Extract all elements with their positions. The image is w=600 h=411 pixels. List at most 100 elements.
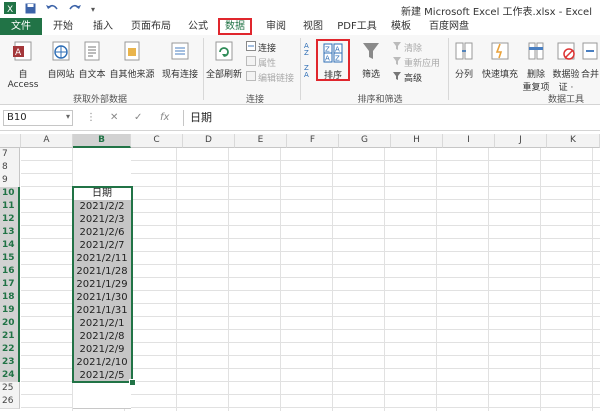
tab-insert[interactable]: 插入 xyxy=(84,18,122,35)
tab-templates[interactable]: 模板 xyxy=(384,18,418,35)
tab-pdf-tools[interactable]: PDF工具 xyxy=(334,18,380,35)
row-header[interactable]: 11 xyxy=(0,200,20,214)
ribbon: A 自 Access 自网站 自文本 自其他来源 现有连接 获取外部数据 全部刷… xyxy=(0,35,600,105)
from-web-button[interactable]: 自网站 xyxy=(46,40,76,80)
cell-b21[interactable]: 2021/2/8 xyxy=(73,330,131,344)
cell-b22[interactable]: 2021/2/9 xyxy=(73,343,131,357)
tab-data[interactable]: 数据 xyxy=(218,18,252,35)
cell-b7[interactable] xyxy=(73,148,131,162)
tab-formulas[interactable]: 公式 xyxy=(180,18,216,35)
redo-icon[interactable] xyxy=(68,3,82,17)
cell-b19[interactable]: 2021/1/31 xyxy=(73,304,131,318)
cell-b26[interactable] xyxy=(73,395,131,409)
row-header[interactable]: 15 xyxy=(0,252,20,266)
sort-button[interactable]: ZAAZ 排序 xyxy=(316,39,350,81)
advanced-filter-button[interactable]: 高级 xyxy=(392,71,422,84)
cell-b23[interactable]: 2021/2/10 xyxy=(73,356,131,370)
from-text-button[interactable]: 自文本 xyxy=(77,40,107,80)
cell-b14[interactable]: 2021/2/7 xyxy=(73,239,131,253)
connections-button[interactable]: 连接 xyxy=(246,41,276,54)
more-icon[interactable]: ⋮ xyxy=(86,112,96,123)
row-header[interactable]: 21 xyxy=(0,330,20,344)
cell-b20[interactable]: 2021/2/1 xyxy=(73,317,131,331)
column-header[interactable]: D xyxy=(183,134,235,148)
cell-b24[interactable]: 2021/2/5 xyxy=(73,369,131,383)
row-header[interactable]: 19 xyxy=(0,304,20,318)
row-header[interactable]: 23 xyxy=(0,356,20,370)
cell-b15[interactable]: 2021/2/11 xyxy=(73,252,131,266)
name-box-dropdown-icon[interactable]: ▾ xyxy=(66,112,70,121)
properties-button[interactable]: 属性 xyxy=(246,56,276,69)
existing-connections-button[interactable]: 现有连接 xyxy=(160,40,200,80)
column-header[interactable]: I xyxy=(443,134,495,148)
column-header[interactable]: A xyxy=(21,134,73,148)
row-header[interactable]: 16 xyxy=(0,265,20,279)
filter-button[interactable]: 筛选 xyxy=(356,40,386,80)
row-header[interactable]: 9 xyxy=(0,174,20,188)
insert-function-icon[interactable]: fx xyxy=(160,112,169,123)
consolidate-button[interactable]: 合并 xyxy=(580,40,600,80)
text-to-columns-button[interactable]: 分列 xyxy=(452,40,476,80)
cell-b25[interactable] xyxy=(73,382,131,396)
row-header[interactable]: 22 xyxy=(0,343,20,357)
column-header[interactable]: J xyxy=(495,134,547,148)
customize-qat-icon[interactable]: ▾ xyxy=(91,5,95,14)
column-header[interactable]: C xyxy=(131,134,183,148)
tab-page-layout[interactable]: 页面布局 xyxy=(124,18,178,35)
cell-b18[interactable]: 2021/1/30 xyxy=(73,291,131,305)
row-header[interactable]: 17 xyxy=(0,278,20,292)
tab-file[interactable]: 文件 xyxy=(0,18,42,35)
select-all-corner[interactable] xyxy=(0,134,21,148)
row-header[interactable]: 7 xyxy=(0,148,20,162)
row-header[interactable]: 24 xyxy=(0,369,20,383)
cell-b10[interactable]: 日期 xyxy=(73,187,131,201)
cell-b9[interactable] xyxy=(73,174,131,188)
sort-az-button[interactable]: AZ xyxy=(304,43,316,59)
column-header[interactable]: G xyxy=(339,134,391,148)
column-header[interactable]: K xyxy=(547,134,600,148)
reapply-button[interactable]: 重新应用 xyxy=(392,56,440,69)
cell-b12[interactable]: 2021/2/3 xyxy=(73,213,131,227)
refresh-all-button[interactable]: 全部刷新 xyxy=(206,40,242,80)
column-header[interactable]: B xyxy=(73,134,131,148)
row-header[interactable]: 13 xyxy=(0,226,20,240)
cell-b16[interactable]: 2021/1/28 xyxy=(73,265,131,279)
sort-za-button[interactable]: ZA xyxy=(304,65,316,81)
tab-home[interactable]: 开始 xyxy=(44,18,82,35)
column-header[interactable]: F xyxy=(287,134,339,148)
from-other-sources-button[interactable]: 自其他来源 xyxy=(108,40,156,80)
tab-view[interactable]: 视图 xyxy=(296,18,330,35)
quick-access-toolbar: X ▾ xyxy=(4,2,95,17)
undo-icon[interactable] xyxy=(45,3,59,17)
row-header[interactable]: 18 xyxy=(0,291,20,305)
row-header[interactable]: 8 xyxy=(0,161,20,175)
row-header[interactable]: 26 xyxy=(0,395,20,409)
clear-filter-button[interactable]: 清除 xyxy=(392,41,422,54)
row-header[interactable]: 12 xyxy=(0,213,20,227)
cell-b13[interactable]: 2021/2/6 xyxy=(73,226,131,240)
row-header[interactable]: 14 xyxy=(0,239,20,253)
data-validation-button[interactable]: 数据验 证 · xyxy=(552,40,580,93)
column-header[interactable]: E xyxy=(235,134,287,148)
flash-fill-button[interactable]: 快速填充 xyxy=(480,40,520,80)
enter-icon[interactable]: ✓ xyxy=(134,112,142,123)
tab-review[interactable]: 审阅 xyxy=(258,18,294,35)
svg-text:A: A xyxy=(325,55,330,63)
row-header[interactable]: 25 xyxy=(0,382,20,396)
save-icon[interactable] xyxy=(25,3,36,17)
formula-input[interactable]: 日期 xyxy=(183,110,597,126)
cell-b8[interactable] xyxy=(73,161,131,175)
cell-b17[interactable]: 2021/1/29 xyxy=(73,278,131,292)
from-access-button[interactable]: A 自 Access xyxy=(2,40,44,90)
cell-b11[interactable]: 2021/2/2 xyxy=(73,200,131,214)
edit-links-button[interactable]: 编辑链接 xyxy=(246,71,294,84)
cancel-icon[interactable]: ✕ xyxy=(110,112,118,123)
row-header[interactable]: 20 xyxy=(0,317,20,331)
row-header[interactable]: 10 xyxy=(0,187,20,201)
tab-baidu-netdisk[interactable]: 百度网盘 xyxy=(422,18,476,35)
name-box[interactable]: B10 xyxy=(3,110,73,126)
column-header[interactable]: H xyxy=(391,134,443,148)
remove-duplicates-button[interactable]: 删除 重复项 xyxy=(522,40,550,93)
fill-handle[interactable] xyxy=(129,379,136,386)
group-separator xyxy=(448,38,449,100)
